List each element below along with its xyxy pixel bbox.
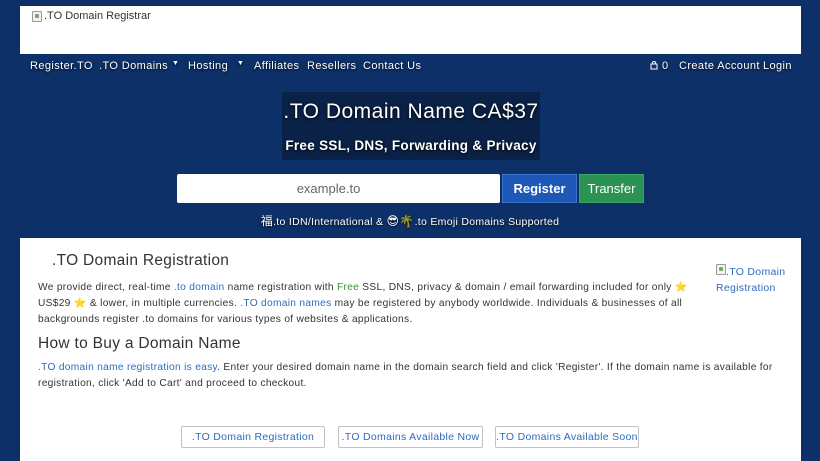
nav-contact-us[interactable]: Contact Us (363, 60, 421, 72)
support-text-idn: .to IDN/International & (273, 216, 387, 228)
free-link[interactable]: Free (337, 282, 359, 293)
intro-paragraph: We provide direct, real-time .to domain … (38, 280, 716, 327)
domains-available-soon-button[interactable]: .TO Domains Available Soon (495, 426, 639, 448)
hero-banner: .TO Domain Name CA$37 Free SSL, DNS, For… (282, 92, 540, 160)
page-heading: .TO Domain Registration (52, 252, 230, 269)
to-domain-registration-button[interactable]: .TO Domain Registration (181, 426, 325, 448)
domain-search-input[interactable] (177, 174, 500, 203)
to-domain-link[interactable]: .to domain (174, 282, 225, 293)
star-icon: ⭐ (73, 297, 87, 309)
intro-text: name registration with (224, 282, 338, 293)
domains-available-now-button[interactable]: .TO Domains Available Now (338, 426, 483, 448)
how-to-paragraph: .TO domain name registration is easy. En… (38, 360, 778, 392)
cart-count[interactable]: 0 (662, 60, 669, 72)
main-content: .TO Domain Registration .TO Domain Regis… (20, 238, 801, 461)
main-nav: Register.TO .TO Domains ▼ Hosting ▼ Affi… (20, 54, 801, 80)
star-icon: ⭐ (674, 282, 688, 293)
site-logo[interactable]: .TO Domain Registrar (32, 10, 151, 22)
side-image: .TO Domain Registration (716, 264, 796, 296)
intro-text: & lower, in multiple currencies. (86, 297, 241, 309)
support-text-emoji: .to Emoji Domains Supported (414, 216, 560, 228)
idn-character: 福 (260, 214, 274, 228)
chevron-down-icon[interactable]: ▼ (172, 60, 179, 67)
nav-login[interactable]: Login (763, 60, 792, 72)
intro-text: SSL, DNS, privacy & domain / email forwa… (359, 282, 675, 293)
side-image-icon (716, 264, 726, 275)
hero-title: .TO Domain Name CA$37 (283, 100, 539, 123)
logo-bar: .TO Domain Registrar (20, 6, 801, 54)
nav-affiliates[interactable]: Affiliates (254, 60, 299, 72)
intro-price: US$29 (38, 297, 74, 309)
transfer-button[interactable]: Transfer (579, 174, 644, 203)
how-to-heading: How to Buy a Domain Name (38, 335, 241, 352)
nav-resellers[interactable]: Resellers (307, 60, 356, 72)
cart-icon-shape (650, 61, 658, 70)
nav-hosting[interactable]: Hosting (188, 60, 228, 72)
nav-create-account[interactable]: Create Account (679, 60, 760, 72)
side-image-alt: .TO Domain Registration (716, 266, 786, 294)
palm-tree-emoji-icon: 🌴 (399, 214, 415, 228)
register-button[interactable]: Register (502, 174, 577, 203)
to-domain-names-link[interactable]: .TO domain names (240, 298, 331, 309)
nav-register-to[interactable]: Register.TO (30, 60, 93, 72)
support-text: 福.to IDN/International & 😎🌴.to Emoji Dom… (0, 212, 820, 229)
sunglasses-emoji-icon: 😎 (386, 214, 400, 228)
chevron-down-icon[interactable]: ▼ (237, 60, 244, 67)
logo-image-icon (32, 10, 42, 22)
registration-easy-link[interactable]: .TO domain name registration is easy (38, 362, 217, 373)
hero-subtitle: Free SSL, DNS, Forwarding & Privacy (285, 138, 537, 153)
logo-alt-text: .TO Domain Registrar (44, 10, 151, 22)
nav-to-domains[interactable]: .TO Domains (99, 60, 168, 72)
cart-icon[interactable] (650, 61, 658, 73)
intro-text: We provide direct, real-time (38, 282, 174, 293)
